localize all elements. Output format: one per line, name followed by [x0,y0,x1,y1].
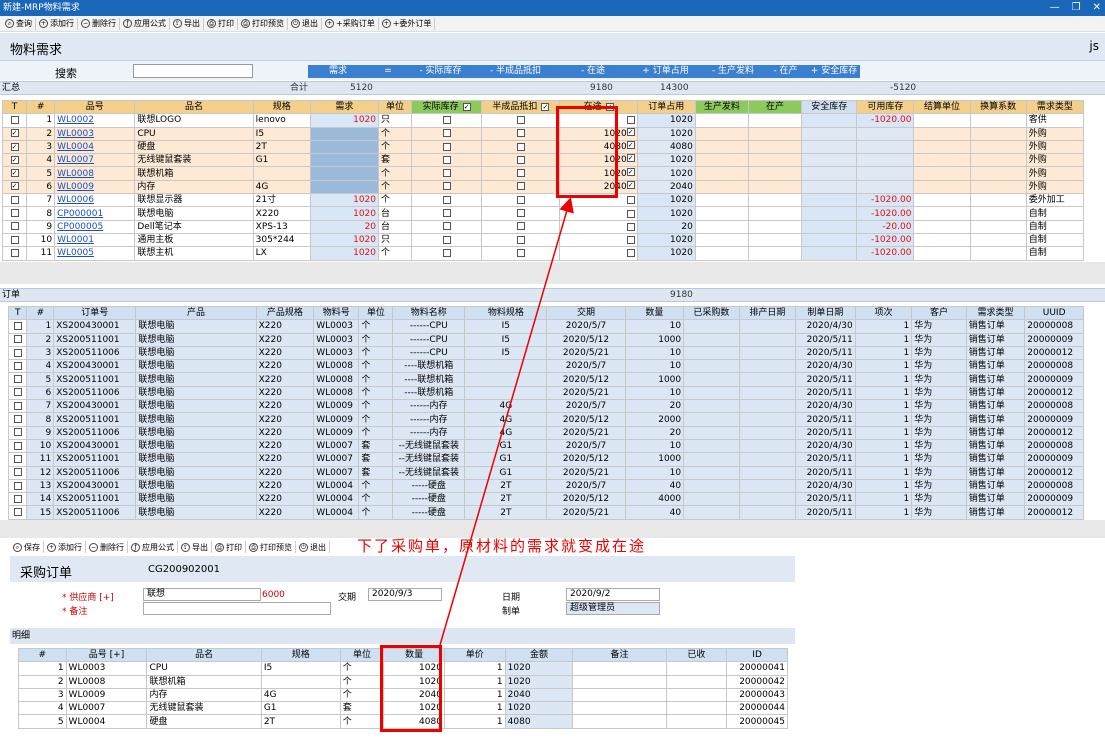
annotation-arrow [439,197,574,646]
